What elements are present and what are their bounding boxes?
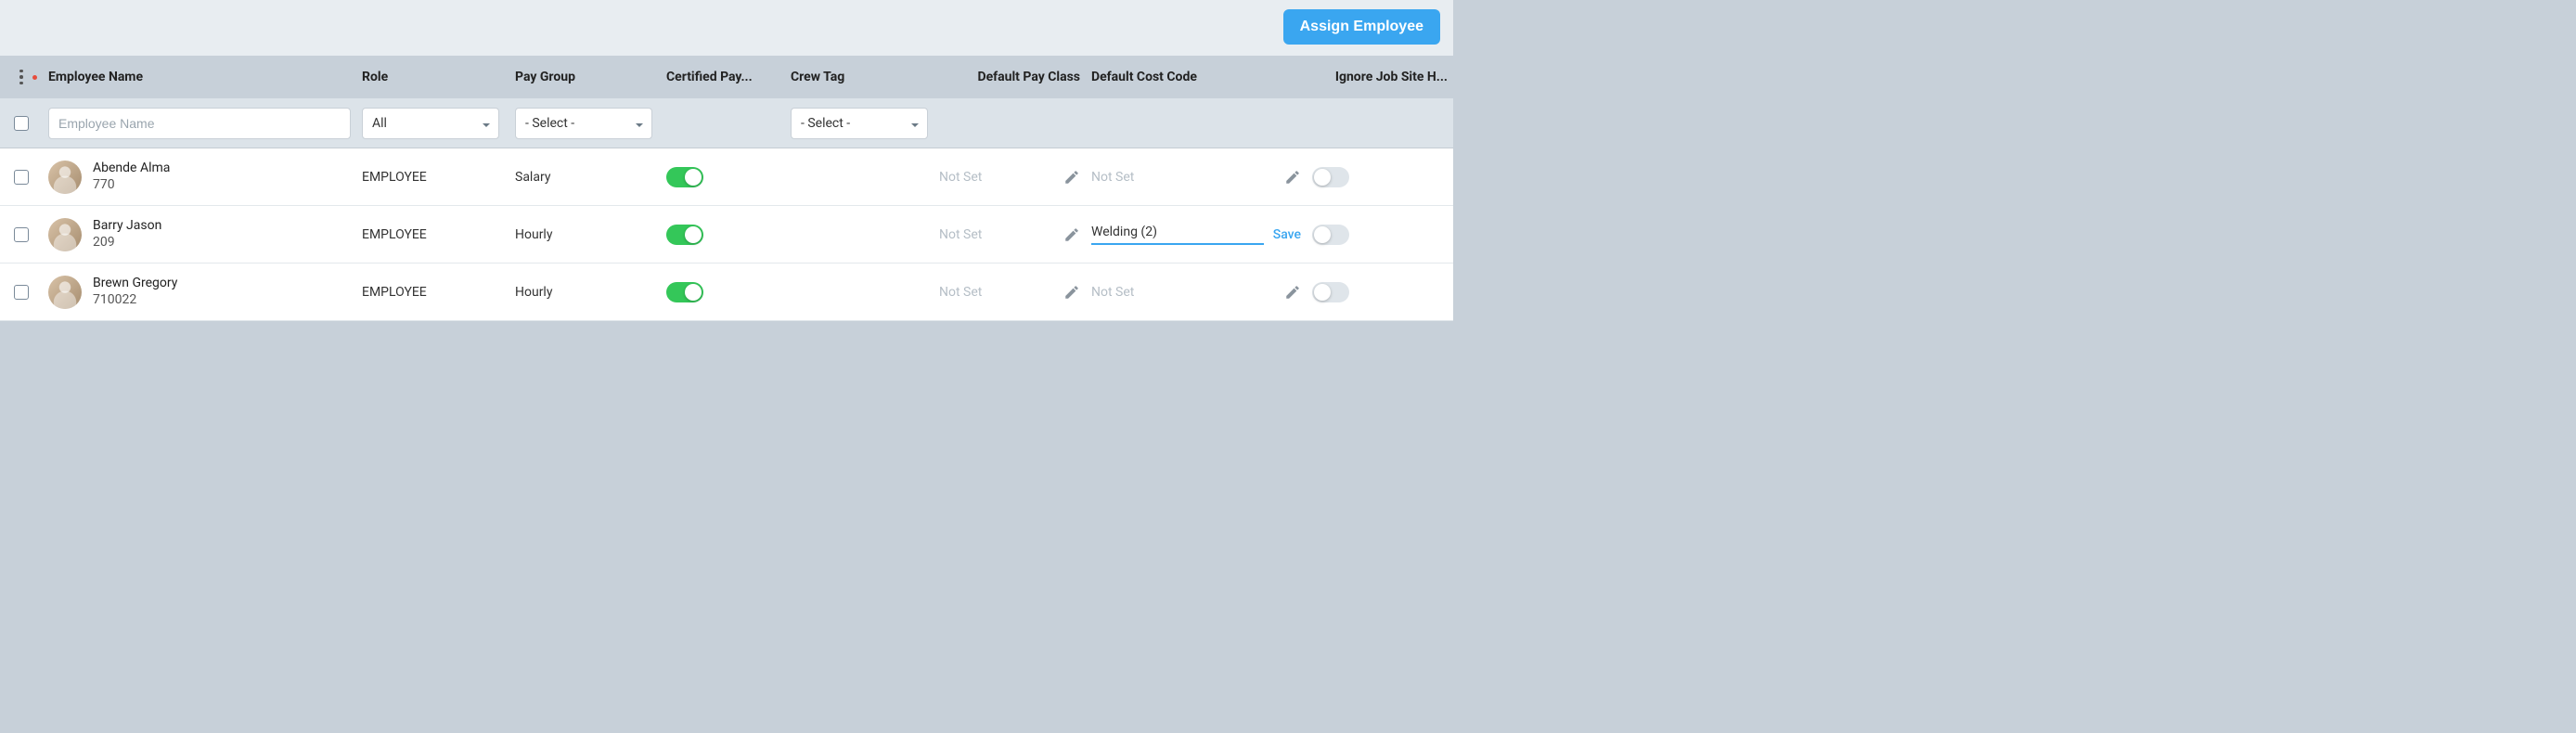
pay-group-value: Hourly [509, 227, 661, 242]
table-row: Brewn Gregory710022 EMPLOYEEHourly Not Set… [0, 264, 1453, 321]
employee-id: 710022 [93, 292, 177, 309]
employee-name: Abende Alma [93, 161, 170, 177]
col-default-cost-code[interactable]: Default Cost Code [1086, 70, 1307, 84]
employee-name: Brewn Gregory [93, 276, 177, 292]
save-cost-code-button[interactable]: Save [1273, 227, 1301, 242]
pay-class-value: Not Set [939, 285, 982, 300]
col-certified-pay[interactable]: Certified Pay... [661, 70, 785, 84]
select-all-checkbox[interactable] [14, 116, 29, 131]
role-value: EMPLOYEE [356, 285, 509, 300]
pencil-icon[interactable] [1063, 226, 1080, 243]
cost-code-value: Not Set [1091, 170, 1134, 185]
table-body: Abende Alma770EMPLOYEESalaryNot SetNot S… [0, 148, 1453, 321]
role-value: EMPLOYEE [356, 227, 509, 242]
table-filter-row: All - Select - - Select - [0, 98, 1453, 148]
toolbar: Assign Employee [0, 0, 1453, 56]
chevron-down-icon [635, 119, 644, 128]
table-header: Employee Name Role Pay Group Certified P… [0, 56, 1453, 98]
pay-group-value: Salary [509, 170, 661, 185]
col-crew-tag[interactable]: Crew Tag [785, 70, 934, 84]
table-row: Barry Jason209 EMPLOYEEHourly Not Set Weldi… [0, 206, 1453, 264]
avatar [48, 161, 82, 194]
ignore-job-site-toggle[interactable] [1312, 225, 1349, 245]
pencil-icon[interactable] [1284, 169, 1301, 186]
filter-pay-group-select[interactable]: - Select - [515, 108, 652, 139]
pencil-icon[interactable] [1284, 284, 1301, 301]
row-checkbox[interactable] [14, 227, 29, 242]
cost-code-value[interactable]: Welding (2) [1091, 225, 1157, 239]
certified-pay-toggle[interactable] [666, 167, 703, 187]
pencil-icon[interactable] [1063, 169, 1080, 186]
employee-name: Barry Jason [93, 218, 161, 235]
filter-employee-name-input[interactable] [48, 108, 351, 139]
row-checkbox[interactable] [14, 285, 29, 300]
col-ignore-job-site[interactable]: Ignore Job Site H... [1307, 70, 1453, 84]
cost-code-value: Not Set [1091, 285, 1134, 300]
ignore-job-site-toggle[interactable] [1312, 282, 1349, 302]
col-role[interactable]: Role [356, 70, 509, 84]
col-pay-group[interactable]: Pay Group [509, 70, 661, 84]
chevron-down-icon [482, 119, 491, 128]
chevron-down-icon [910, 119, 920, 128]
certified-pay-toggle[interactable] [666, 282, 703, 302]
table-row: Abende Alma770 EMPLOYEESalary Not Set Not S… [0, 148, 1453, 206]
avatar [48, 276, 82, 309]
filter-role-select[interactable]: All [362, 108, 499, 139]
pencil-icon[interactable] [1063, 284, 1080, 301]
col-default-pay-class[interactable]: Default Pay Class [934, 70, 1086, 84]
col-employee-name[interactable]: Employee Name [43, 70, 356, 84]
row-checkbox[interactable] [14, 170, 29, 185]
column-menu-button[interactable] [19, 70, 23, 85]
avatar [48, 218, 82, 251]
filter-pay-group-value: - Select - [525, 116, 574, 131]
pay-class-value: Not Set [939, 170, 982, 185]
employee-id: 770 [93, 177, 170, 194]
filter-role-value: All [372, 116, 387, 131]
column-menu-badge [32, 75, 37, 80]
employee-id: 209 [93, 235, 161, 251]
assign-employee-button[interactable]: Assign Employee [1283, 9, 1440, 45]
certified-pay-toggle[interactable] [666, 225, 703, 245]
filter-crew-tag-value: - Select - [801, 116, 850, 131]
pay-class-value: Not Set [939, 227, 982, 242]
pay-group-value: Hourly [509, 285, 661, 300]
filter-crew-tag-select[interactable]: - Select - [791, 108, 928, 139]
role-value: EMPLOYEE [356, 170, 509, 185]
ignore-job-site-toggle[interactable] [1312, 167, 1349, 187]
